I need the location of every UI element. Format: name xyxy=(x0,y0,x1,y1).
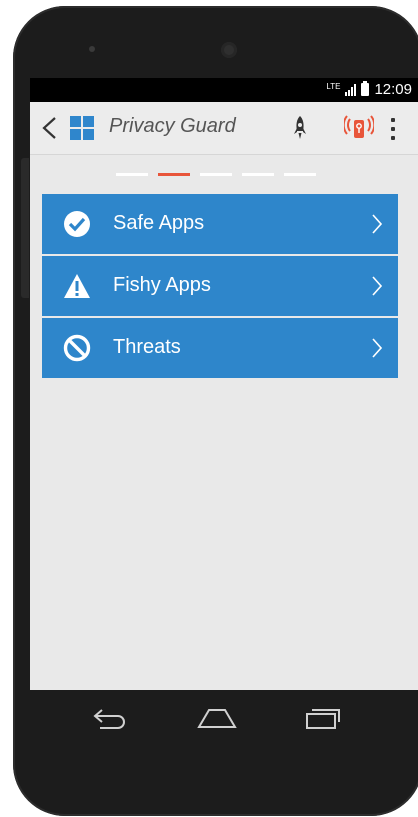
system-nav-bar xyxy=(30,690,418,746)
app-title: Privacy Guard xyxy=(109,115,236,137)
overflow-menu-icon[interactable] xyxy=(390,118,396,140)
page-indicator xyxy=(116,173,316,176)
app-grid-logo-icon[interactable] xyxy=(70,116,94,140)
safe-apps-button[interactable]: Safe Apps xyxy=(42,194,398,254)
device-alert-icon[interactable] xyxy=(344,114,374,142)
rocket-icon[interactable] xyxy=(292,115,308,141)
recent-apps-icon[interactable] xyxy=(303,706,341,730)
volume-button xyxy=(21,158,29,298)
app-bar: Privacy Guard xyxy=(30,102,418,155)
page-dot xyxy=(242,173,274,176)
check-circle-icon xyxy=(64,211,90,237)
status-bar: LTE 12:09 xyxy=(30,78,418,102)
safe-apps-label: Safe Apps xyxy=(113,212,205,234)
threats-label: Threats xyxy=(113,336,181,358)
signal-icon xyxy=(345,83,357,96)
proximity-sensor xyxy=(89,46,95,52)
home-icon[interactable] xyxy=(197,706,237,730)
page-dot xyxy=(200,173,232,176)
fishy-apps-label: Fishy Apps xyxy=(113,274,211,296)
clock: 12:09 xyxy=(374,81,412,98)
chevron-right-icon xyxy=(372,276,382,296)
prohibited-icon xyxy=(63,334,91,362)
front-camera xyxy=(221,42,237,58)
menu-list: Safe Apps Fishy Apps Threats xyxy=(42,194,398,380)
threats-button[interactable]: Threats xyxy=(42,318,398,378)
phone-screen: LTE 12:09 Privacy Guard Safe Apps Fishy … xyxy=(30,78,418,690)
fishy-apps-button[interactable]: Fishy Apps xyxy=(42,256,398,316)
back-chevron-icon[interactable] xyxy=(40,116,58,140)
page-dot xyxy=(116,173,148,176)
battery-icon xyxy=(361,81,370,96)
chevron-right-icon xyxy=(372,214,382,234)
page-dot-active xyxy=(158,173,190,176)
warning-triangle-icon xyxy=(64,274,90,298)
network-type: LTE xyxy=(326,82,341,91)
back-icon[interactable] xyxy=(90,706,128,730)
chevron-right-icon xyxy=(372,338,382,358)
page-dot xyxy=(284,173,316,176)
